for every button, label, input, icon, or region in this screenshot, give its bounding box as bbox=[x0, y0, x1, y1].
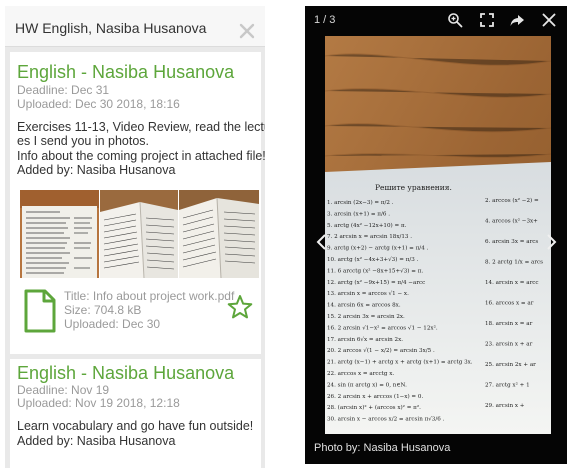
photo-viewer: 1 / 3 Решите уравнения. 1. arcsin (2x−3)… bbox=[305, 6, 567, 464]
post-deadline: Deadline: Nov 19 bbox=[17, 383, 110, 397]
post-deadline: Deadline: Dec 31 bbox=[17, 83, 110, 97]
photo-text-line: 6. arcsin 3x = arcs bbox=[485, 239, 538, 245]
photo-text-line: 5. arctg (4x² −12x+10) = π. bbox=[327, 222, 407, 229]
photo-text-line: 28. (arcsin x)² + (arccos x)² = π². bbox=[327, 404, 421, 411]
post-card: English - Nasiba Husanova Deadline: Nov … bbox=[10, 359, 261, 468]
photo-text-line: 2. arccos (x² −2) = bbox=[485, 197, 539, 204]
attachment-uploaded: Uploaded: Dec 30 bbox=[64, 317, 161, 331]
photo-text-line: 17. arcsin 6√x = arcsin 2x. bbox=[327, 336, 403, 343]
photo-text-line: 26. 2 arcsin x + arccos (1−x) = 0. bbox=[327, 393, 423, 400]
photo-text-line: 20. 2 arccos √(1 − x/2) = arcsin 3x/5 . bbox=[327, 347, 435, 354]
photo-text-line: 14. arcsin 6x = arccos 8x. bbox=[327, 303, 401, 309]
photo-text-line: 4. arccos (x² −3x+ bbox=[485, 218, 538, 225]
photo-text-line: 21. arctg (x−1) + arctg x + arctg (x+1) … bbox=[327, 359, 473, 366]
post-body-line: es I send you in photos. bbox=[17, 134, 150, 148]
chat-header: HW English, Nasiba Husanova bbox=[5, 6, 265, 47]
photo-thumbnail[interactable] bbox=[100, 190, 178, 278]
zoom-in-icon[interactable] bbox=[447, 12, 463, 28]
photo-text-line: 12. arctg (x² −9x+15) = π/4 −arcc bbox=[327, 279, 425, 286]
photo-text-line: 23. arcsin x + ar bbox=[485, 342, 533, 348]
post-added-by: Added by: Nasiba Husanova bbox=[17, 163, 176, 177]
chevron-right-icon[interactable] bbox=[543, 232, 559, 252]
photo-text-line: 10. arctg (x² −4x+3+√3) = π/3 . bbox=[327, 256, 419, 263]
post-uploaded: Uploaded: Nov 19 2018, 12:18 bbox=[17, 396, 180, 410]
attachment-title[interactable]: Title: Info about project work.pdf bbox=[64, 289, 234, 303]
star-outline-icon[interactable] bbox=[227, 294, 253, 320]
photo-caption: Photo by: Nasiba Husanova bbox=[314, 442, 451, 454]
photo-text-line: 14. arcsin x = arcc bbox=[485, 280, 539, 286]
post-card: English - Nasiba Husanova Deadline: Dec … bbox=[10, 52, 265, 354]
fullscreen-icon[interactable] bbox=[479, 12, 495, 28]
close-icon[interactable] bbox=[541, 12, 557, 28]
post-body-line: Info about the coming project in attache… bbox=[17, 149, 265, 163]
photo-text-line: 25. arcsin 2x + ar bbox=[485, 362, 536, 368]
photo-text-line: 11. 6 arcctg (x² −8x+15+√3) = π. bbox=[327, 267, 423, 274]
chat-panel: HW English, Nasiba Husanova English - Na… bbox=[5, 6, 265, 468]
photo-text-line: 15. 2 arcsin 3x = arcsin 2x. bbox=[327, 314, 405, 320]
photo-text-line: 8. 2 arctg 1/x = arcs bbox=[485, 260, 543, 266]
photo-text-line: 27. arctg x² + 1 bbox=[485, 382, 530, 389]
photo-text-line: 16. arccos x = ar bbox=[485, 301, 534, 307]
attachment-size: Size: 704.8 kB bbox=[64, 303, 142, 317]
photo-text-line: 1. arcsin (2x−3) = π/2 . bbox=[327, 199, 394, 206]
post-title[interactable]: English - Nasiba Husanova bbox=[17, 363, 234, 384]
chat-title: HW English, Nasiba Husanova bbox=[15, 20, 207, 36]
chevron-left-icon[interactable] bbox=[314, 232, 330, 252]
close-icon[interactable] bbox=[239, 23, 255, 39]
photo-text-heading: Решите уравнения. bbox=[375, 183, 452, 192]
photo-text-line: 29. arcsin x + bbox=[485, 403, 525, 409]
photo-text-line: 22. arccos x = arcctg x. bbox=[327, 371, 394, 377]
post-uploaded: Uploaded: Dec 30 2018, 18:16 bbox=[17, 97, 180, 111]
file-document-icon[interactable] bbox=[23, 289, 57, 333]
photo-text-line: 13. arcsin x = arccos √1 − x. bbox=[327, 290, 409, 297]
post-added-by: Added by: Nasiba Husanova bbox=[17, 434, 176, 448]
photo-text-line: 18. arcsin x = ar bbox=[485, 321, 533, 327]
photo-text-line: 3. arcsin (x+1) = π/6 . bbox=[327, 210, 390, 217]
post-body-line: Learn vocabulary and go have fun outside… bbox=[17, 419, 254, 433]
photo-text-line: 9. arctg (x+2) − arctg (x+1) = π/4 . bbox=[327, 245, 429, 252]
photo-text-line: 24. sin (π arctg x) = 0, n∈N. bbox=[327, 381, 407, 388]
photo-text-line: 30. arcsin x − arccos x/2 = arcsin π√3/6… bbox=[327, 416, 445, 423]
post-title[interactable]: English - Nasiba Husanova bbox=[17, 62, 234, 83]
photo-thumbnail[interactable] bbox=[179, 190, 259, 278]
photo-thumbnail[interactable] bbox=[20, 190, 99, 278]
photo-image[interactable]: Решите уравнения. 1. arcsin (2x−3) = π/2… bbox=[325, 36, 551, 434]
photo-text-line: 16. 2 arcsin √1−x² = arccos √1 − 12x². bbox=[327, 324, 438, 331]
photo-text-line: 7. 2 arcsin x = arcsin 18x/13 . bbox=[327, 234, 412, 240]
photo-counter: 1 / 3 bbox=[314, 14, 336, 26]
post-body-line: Exercises 11-13, Video Review, read the … bbox=[17, 120, 265, 134]
share-icon[interactable] bbox=[509, 12, 525, 28]
